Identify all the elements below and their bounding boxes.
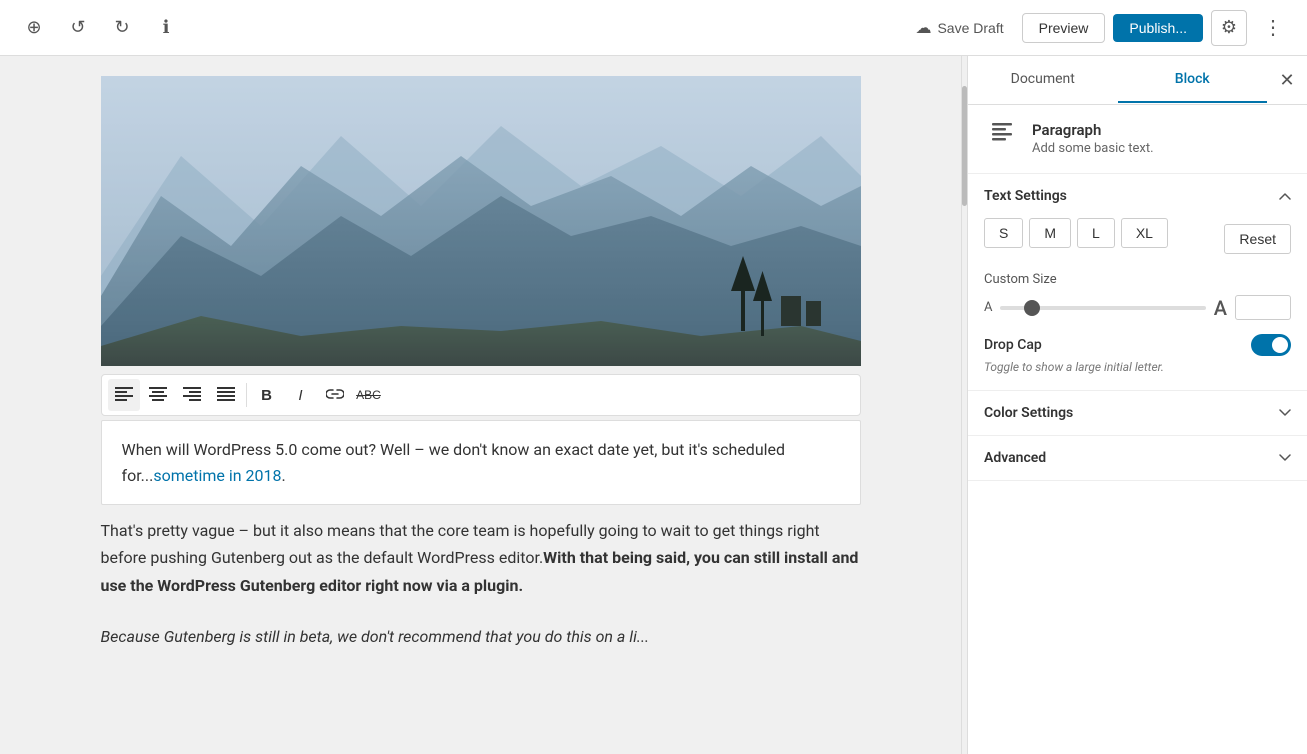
size-buttons-row: S M L XL Reset <box>984 218 1291 260</box>
paragraph-italic-text: Because Gutenberg is still in beta, we d… <box>101 627 650 646</box>
separator-1 <box>246 383 247 407</box>
font-size-large-icon: A <box>1214 296 1227 320</box>
info-button[interactable]: ℹ <box>148 10 184 46</box>
align-left-button[interactable] <box>108 379 140 411</box>
preview-label: Preview <box>1039 20 1089 36</box>
undo-button[interactable]: ↺ <box>60 10 96 46</box>
sidebar-header: Document Block ✕ <box>968 56 1307 105</box>
top-toolbar: ⊕ ↺ ↻ ℹ ☁ Save Draft Preview Publish... … <box>0 0 1307 56</box>
align-left-icon <box>115 387 133 404</box>
publish-label: Publish... <box>1129 20 1187 36</box>
save-draft-label: Save Draft <box>937 20 1003 36</box>
block-desc: Add some basic text. <box>1032 141 1154 156</box>
drop-cap-label: Drop Cap <box>984 337 1042 353</box>
font-size-slider[interactable] <box>1000 306 1205 310</box>
paragraph-block-1[interactable]: When will WordPress 5.0 come out? Well –… <box>101 420 861 505</box>
drop-cap-toggle[interactable] <box>1251 334 1291 356</box>
paragraph-block-2[interactable]: That's pretty vague – but it also means … <box>101 505 861 611</box>
chevron-up-icon <box>1279 188 1291 204</box>
main-area: B I ABC When will WordPress 5.0 come out… <box>0 56 1307 754</box>
tab-block[interactable]: Block <box>1118 57 1268 103</box>
strikethrough-button[interactable]: ABC <box>353 379 385 411</box>
advanced-title: Advanced <box>984 450 1046 466</box>
paragraph-icon <box>984 121 1020 157</box>
link-button[interactable] <box>319 379 351 411</box>
italic-button[interactable]: I <box>285 379 317 411</box>
advanced-section: Advanced <box>968 436 1307 481</box>
more-icon: ⋮ <box>1263 15 1283 40</box>
block-title: Paragraph <box>1032 121 1154 139</box>
align-center-icon <box>149 387 167 404</box>
chevron-down-icon-color <box>1279 405 1291 421</box>
sidebar: Document Block ✕ Paragraph Add some basi… <box>967 56 1307 754</box>
italic-icon: I <box>298 387 302 404</box>
sidebar-content: Paragraph Add some basic text. Text Sett… <box>968 105 1307 754</box>
tab-document[interactable]: Document <box>968 57 1118 103</box>
settings-button[interactable]: ⚙ <box>1211 10 1247 46</box>
text-settings-title: Text Settings <box>984 188 1067 204</box>
align-justify-icon <box>217 387 235 404</box>
bold-icon: B <box>261 387 272 404</box>
info-icon: ℹ <box>163 17 170 38</box>
editor-area: B I ABC When will WordPress 5.0 come out… <box>0 56 961 754</box>
link-icon <box>326 387 344 404</box>
color-settings-header[interactable]: Color Settings <box>968 391 1307 435</box>
align-center-button[interactable] <box>142 379 174 411</box>
text-settings-section: Text Settings S M L XL <box>968 174 1307 391</box>
text-format-toolbar: B I ABC <box>101 374 861 416</box>
drop-cap-row: Drop Cap Toggle to show a large initial … <box>984 334 1291 374</box>
more-options-button[interactable]: ⋮ <box>1255 10 1291 46</box>
inline-link[interactable]: sometime in 2018 <box>153 466 281 485</box>
cloud-icon: ☁ <box>915 18 931 38</box>
font-size-input[interactable] <box>1235 295 1291 320</box>
add-icon: ⊕ <box>26 17 41 38</box>
preview-button[interactable]: Preview <box>1022 13 1106 43</box>
drop-cap-desc: Toggle to show a large initial letter. <box>984 360 1291 374</box>
text-settings-content: S M L XL Reset Custom Size A <box>968 218 1307 390</box>
size-m-button[interactable]: M <box>1029 218 1071 248</box>
scroll-indicator <box>961 56 967 754</box>
strikethrough-icon: ABC <box>356 388 381 402</box>
align-right-button[interactable] <box>176 379 208 411</box>
chevron-down-icon-advanced <box>1279 450 1291 466</box>
paragraph-suffix: . <box>281 466 285 485</box>
gear-icon: ⚙ <box>1221 17 1237 38</box>
save-draft-button[interactable]: ☁ Save Draft <box>905 12 1013 44</box>
redo-icon: ↻ <box>114 17 129 38</box>
custom-size-label: Custom Size <box>984 272 1291 287</box>
size-l-button[interactable]: L <box>1077 218 1115 248</box>
size-xl-button[interactable]: XL <box>1121 218 1168 248</box>
reset-button[interactable]: Reset <box>1224 224 1291 254</box>
advanced-header[interactable]: Advanced <box>968 436 1307 480</box>
publish-button[interactable]: Publish... <box>1113 14 1203 42</box>
add-block-button[interactable]: ⊕ <box>16 10 52 46</box>
featured-image <box>101 76 861 366</box>
size-buttons: S M L XL <box>984 218 1168 248</box>
scroll-thumb[interactable] <box>962 86 967 206</box>
drop-cap-header: Drop Cap <box>984 334 1291 356</box>
bold-button[interactable]: B <box>251 379 283 411</box>
undo-icon: ↺ <box>70 17 85 38</box>
size-s-button[interactable]: S <box>984 218 1023 248</box>
reset-label: Reset <box>1239 231 1276 247</box>
color-settings-section: Color Settings <box>968 391 1307 436</box>
text-settings-header[interactable]: Text Settings <box>968 174 1307 218</box>
align-right-icon <box>183 387 201 404</box>
slider-row: A A <box>984 295 1291 320</box>
redo-button[interactable]: ↻ <box>104 10 140 46</box>
color-settings-title: Color Settings <box>984 405 1073 421</box>
toolbar-right: ☁ Save Draft Preview Publish... ⚙ ⋮ <box>905 10 1291 46</box>
toolbar-left: ⊕ ↺ ↻ ℹ <box>16 10 184 46</box>
align-justify-button[interactable] <box>210 379 242 411</box>
block-info: Paragraph Add some basic text. <box>968 105 1307 174</box>
block-info-text: Paragraph Add some basic text. <box>1032 121 1154 156</box>
close-icon: ✕ <box>1279 70 1294 91</box>
sidebar-close-button[interactable]: ✕ <box>1267 56 1307 104</box>
paragraph-block-3[interactable]: Because Gutenberg is still in beta, we d… <box>101 611 861 662</box>
font-size-small-icon: A <box>984 300 992 315</box>
